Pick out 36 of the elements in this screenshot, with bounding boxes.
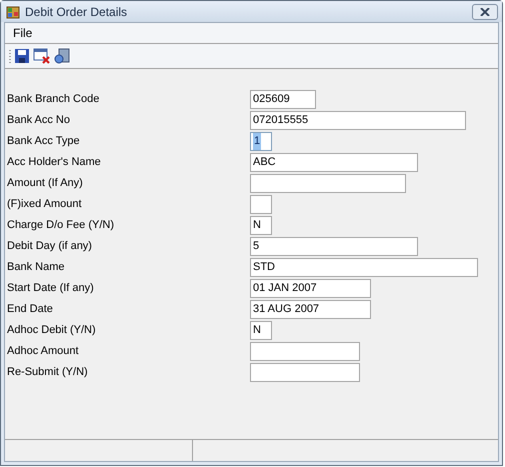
printer-icon[interactable]: [54, 48, 70, 64]
input-field[interactable]: [250, 363, 360, 382]
input-field[interactable]: 072015555: [250, 111, 466, 130]
field-label: Bank Acc No: [7, 113, 71, 128]
input-field[interactable]: N: [250, 216, 272, 235]
field-label: Bank Branch Code: [7, 92, 100, 108]
field-label: End Date: [7, 302, 54, 318]
input-field[interactable]: 01 JAN 2007: [250, 279, 371, 298]
input-field[interactable]: STD: [250, 258, 478, 277]
close-icon: [480, 8, 490, 16]
save-icon[interactable]: [14, 48, 30, 64]
window-title: Debit Order Details: [25, 4, 128, 20]
field-label: Adhoc Amount: [7, 344, 80, 360]
field-label: Amount (If Any): [7, 176, 84, 192]
input-field[interactable]: 1: [250, 132, 272, 151]
field-label: Adhoc Debit (Y/N): [7, 323, 97, 338]
field-label: (F)ixed Amount: [7, 197, 83, 212]
input-field[interactable]: 31 AUG 2007: [250, 300, 371, 319]
field-label: Bank Name: [7, 260, 66, 276]
input-field[interactable]: ABC: [250, 153, 418, 172]
field-label: Charge D/o Fee (Y/N): [7, 218, 115, 234]
close-button[interactable]: [472, 4, 498, 20]
field-label: Re-Submit (Y/N): [7, 365, 89, 380]
input-field[interactable]: [250, 195, 272, 214]
input-field[interactable]: [250, 174, 406, 193]
field-label: Bank Acc Type: [7, 134, 81, 150]
window-delete-icon[interactable]: [33, 48, 51, 64]
input-field[interactable]: 025609: [250, 90, 316, 109]
app-cube-icon: [5, 4, 21, 20]
input-field[interactable]: 5: [250, 237, 418, 256]
field-label: Start Date (If any): [7, 281, 95, 296]
field-label: Debit Day (if any): [7, 239, 93, 254]
menu-item[interactable]: File: [13, 24, 32, 42]
input-field[interactable]: N: [250, 321, 272, 340]
field-label: Acc Holder's Name: [7, 155, 102, 170]
input-field[interactable]: [250, 342, 360, 361]
